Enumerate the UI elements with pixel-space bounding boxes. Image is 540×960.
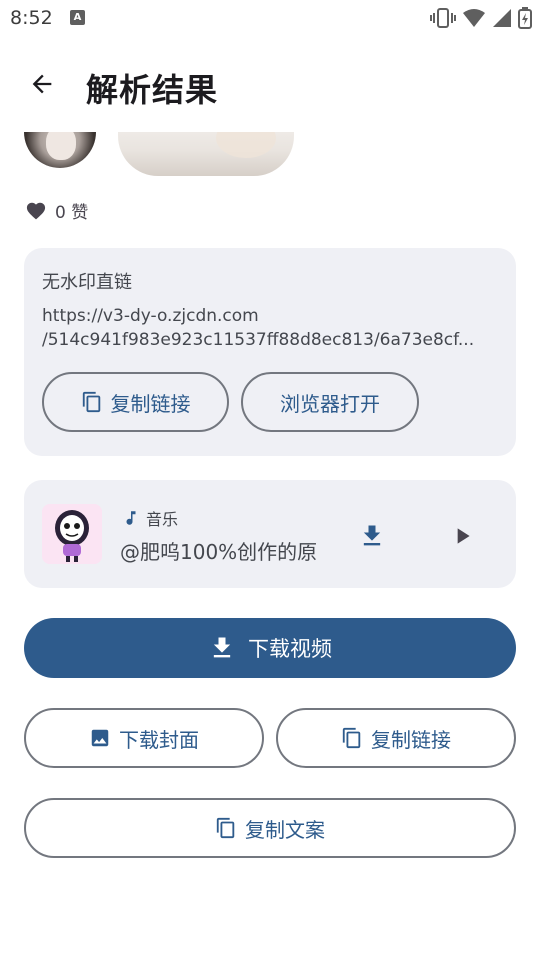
app-bar: 解析结果 (0, 52, 540, 116)
music-label-row: 音乐 (122, 506, 178, 530)
music-play-button[interactable] (442, 516, 482, 556)
card-copy-link-label: 复制链接 (110, 391, 191, 416)
status-time: 8:52 (10, 7, 53, 29)
copy-text-button[interactable]: 复制文案 (24, 798, 516, 858)
copy-icon (216, 817, 235, 839)
copy-text-label: 复制文案 (245, 817, 325, 842)
status-icons (430, 6, 532, 30)
play-icon (457, 528, 470, 544)
author-avatar[interactable] (24, 132, 96, 168)
copy-icon (342, 727, 361, 749)
open-in-browser-label: 浏览器打开 (280, 391, 380, 416)
download-video-label: 下载视频 (248, 637, 332, 661)
music-cover-art (42, 504, 102, 564)
image-icon (91, 729, 109, 747)
back-button[interactable] (22, 64, 62, 104)
avatar-face (46, 132, 76, 160)
likes-row: 0 赞 (25, 198, 89, 223)
wifi-icon (463, 9, 485, 27)
copy-link-button[interactable]: 复制链接 (276, 708, 516, 768)
download-icon (363, 525, 381, 546)
download-icon (213, 637, 231, 658)
music-title: @肥呜100%创作的原 (120, 540, 318, 564)
download-cover-label: 下载封面 (119, 727, 199, 752)
card-copy-link-button[interactable]: 复制链接 (42, 372, 229, 432)
music-card: 音乐 @肥呜100%创作的原 (24, 480, 516, 588)
copy-link-label: 复制链接 (371, 727, 451, 752)
signal-icon (493, 9, 511, 27)
music-download-button[interactable] (352, 516, 392, 556)
direct-link-url-line2[interactable]: /514c941f983e923c11537ff88d8ec813/6a73e8… (42, 330, 498, 350)
page-title: 解析结果 (86, 71, 219, 109)
arrow-back-icon (32, 74, 52, 94)
battery-icon (518, 7, 532, 29)
open-in-browser-button[interactable]: 浏览器打开 (241, 372, 419, 432)
copy-icon (82, 391, 100, 413)
likes-count: 0 赞 (55, 202, 89, 223)
direct-link-card: 无水印直链 https://v3-dy-o.zjcdn.com /514c941… (24, 248, 516, 456)
direct-link-url-line1[interactable]: https://v3-dy-o.zjcdn.com (42, 306, 498, 326)
direct-link-title: 无水印直链 (42, 272, 132, 293)
video-cover-thumbnail[interactable] (118, 132, 294, 176)
music-note-icon (126, 511, 136, 525)
author-header (0, 132, 540, 182)
heart-icon (26, 202, 46, 220)
download-cover-button[interactable]: 下载封面 (24, 708, 264, 768)
download-video-button[interactable]: 下载视频 (24, 618, 516, 678)
notification-icon: A (70, 10, 85, 25)
vibrate-icon (430, 8, 456, 28)
status-bar: 8:52 A (0, 0, 540, 36)
music-label: 音乐 (146, 510, 179, 529)
music-cover-image (42, 504, 102, 564)
